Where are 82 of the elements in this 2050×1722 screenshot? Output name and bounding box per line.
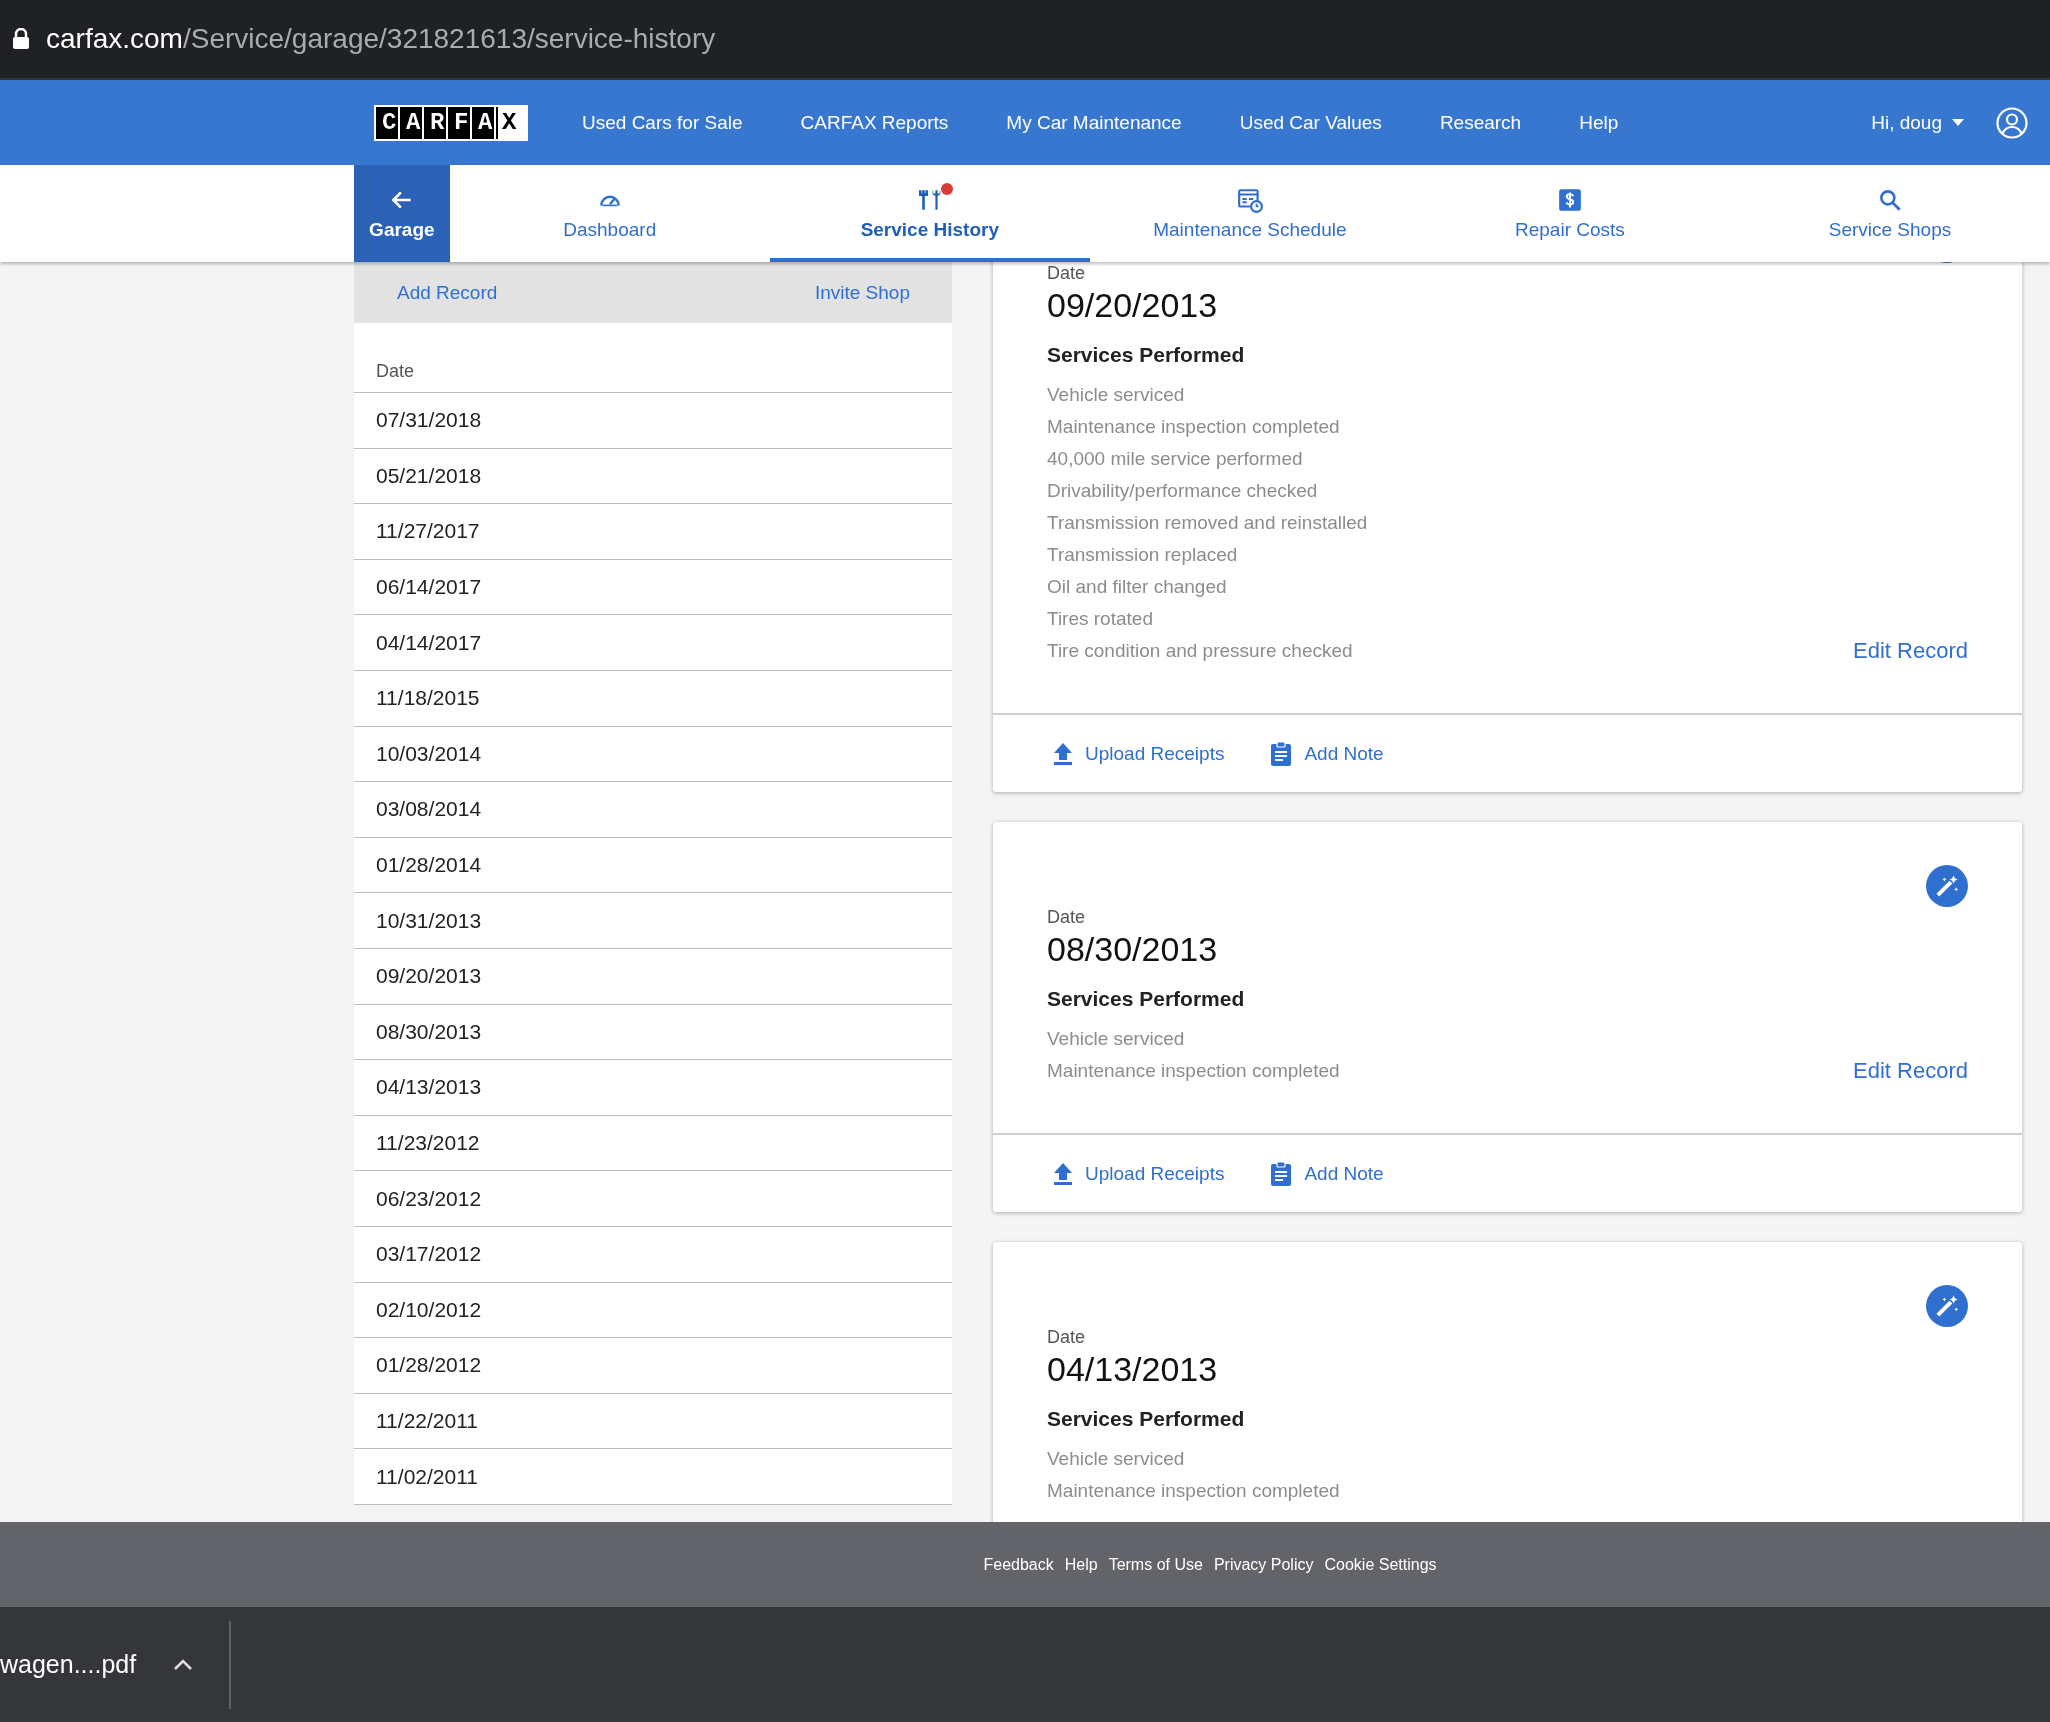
user-menu[interactable]: Hi, doug [1871,111,1964,134]
back-tab[interactable]: Garage [354,165,450,262]
download-file-name[interactable]: wagen....pdf [0,1650,137,1679]
upload-icon [1053,1161,1073,1186]
date-row[interactable]: 08/30/2013 [354,1004,952,1061]
footer-link[interactable]: Feedback [983,1555,1054,1574]
date-row[interactable]: 01/28/2012 [354,1338,952,1394]
toolbar-link[interactable]: Invite Shop [814,281,910,304]
toolbar-link[interactable]: Add Record [397,281,498,304]
magic-wand-icon[interactable] [1926,865,1968,907]
account-icon[interactable] [1996,106,2028,139]
service-item: Vehicle serviced [1047,1027,1186,1051]
edit-record-link[interactable]: Edit Record [1853,1055,1968,1087]
date-label: Date [1047,907,1087,928]
nav-tab[interactable]: Service Shops [1729,165,2050,262]
nav-link[interactable]: Used Car Values [1239,111,1382,134]
chevron-up-icon[interactable] [173,1658,194,1671]
service-item: Tires rotated [1047,607,1154,631]
calendar-clock-icon [1236,186,1263,213]
nav-tab[interactable]: Repair Costs [1409,165,1730,262]
date-row[interactable]: 06/23/2012 [354,1171,952,1227]
clipboard-icon [1270,1160,1293,1187]
footer-link[interactable]: Cookie Settings [1324,1555,1437,1574]
service-item: Maintenance inspection completed [1047,1479,1340,1503]
footer-link[interactable]: Privacy Policy [1213,1555,1314,1574]
nav-link[interactable]: My Car Maintenance [1006,111,1182,134]
date-row[interactable]: 11/02/2011 [354,1449,952,1505]
service-item: Tire condition and pressure checked [1047,639,1354,663]
magic-wand-icon[interactable] [1926,1285,1968,1327]
upload-button[interactable]: Upload Receipts [1053,1161,1225,1186]
date-row[interactable]: 04/13/2013 [354,1060,952,1116]
section-heading: Services Performed [1047,987,1246,1011]
lock-icon [12,28,30,50]
date-row[interactable]: 02/10/2012 [354,1282,952,1339]
nav-tab[interactable]: Dashboard [449,165,770,262]
nav-link[interactable]: Research [1439,111,1522,134]
address-bar-url[interactable]: carfax.com/Service/garage/321821613/service-history [46,23,716,55]
nav-link[interactable]: Help [1579,111,1619,134]
date-row[interactable]: 05/21/2018 [354,448,952,505]
nav-tab[interactable]: Maintenance Schedule [1089,165,1410,262]
date-row[interactable]: 04/14/2017 [354,615,952,671]
add-note-button[interactable]: Add Note [1270,1160,1384,1187]
record-date: 09/20/2013 [1047,286,1219,325]
service-item: Transmission replaced [1047,543,1239,567]
nav-link[interactable]: Used Cars for Sale [582,111,743,134]
section-heading: Services Performed [1047,1407,1246,1431]
date-row[interactable]: 11/23/2012 [354,1115,952,1172]
date-row[interactable]: 09/20/2013 [354,948,952,1005]
footer-link[interactable]: Terms of Use [1108,1555,1203,1574]
date-row[interactable]: 10/03/2014 [354,726,952,783]
clipboard-icon [1270,740,1293,767]
date-row[interactable]: 03/17/2012 [354,1226,952,1283]
date-row[interactable]: 07/31/2018 [354,393,952,449]
caret-down-icon [1952,119,1964,126]
date-row[interactable]: 11/22/2011 [354,1393,952,1450]
edit-record-link[interactable]: Edit Record [1853,635,1968,667]
upload-icon [1053,741,1073,766]
record-date: 08/30/2013 [1047,930,1219,969]
column-header: Date [354,323,952,393]
date-row[interactable]: 11/18/2015 [354,670,952,727]
date-row[interactable]: 03/08/2014 [354,782,952,838]
date-row[interactable]: 06/14/2017 [354,559,952,616]
footer-link[interactable]: Help [1064,1555,1098,1574]
add-note-button[interactable]: Add Note [1270,740,1384,767]
service-item: Transmission removed and reinstalled [1047,511,1368,535]
record-date: 04/13/2013 [1047,1350,1219,1389]
date-label: Date [1047,1327,1087,1348]
date-row[interactable]: 11/27/2017 [354,504,952,560]
date-row[interactable]: 01/28/2014 [354,837,952,894]
upload-button[interactable]: Upload Receipts [1053,741,1225,766]
date-label: Date [1047,263,1087,284]
dollar-icon [1556,186,1583,213]
service-item: Oil and filter changed [1047,575,1228,599]
date-row[interactable]: 10/31/2013 [354,893,952,949]
service-item: Maintenance inspection completed [1047,415,1341,439]
nav-link[interactable]: CARFAX Reports [800,111,949,134]
service-item: 40,000 mile service performed [1047,447,1304,471]
service-item: Drivability/performance checked [1047,479,1319,503]
section-heading: Services Performed [1047,343,1246,367]
service-item: Vehicle serviced [1047,1447,1186,1471]
service-item: Vehicle serviced [1047,383,1186,407]
service-item: Maintenance inspection completed [1047,1059,1340,1083]
